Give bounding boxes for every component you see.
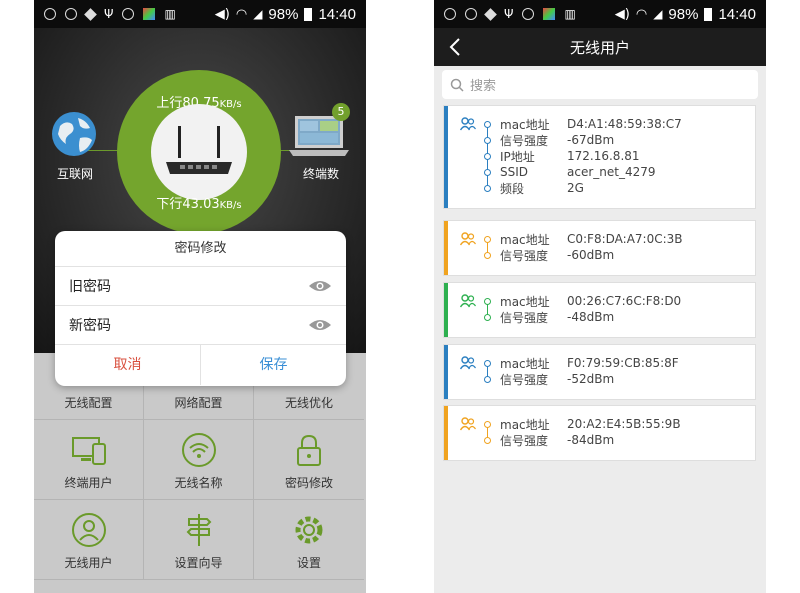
cancel-button[interactable]: 取消 bbox=[55, 345, 201, 385]
timeline-dot bbox=[484, 235, 491, 243]
back-chevron-icon[interactable] bbox=[446, 37, 466, 57]
usb-icon: Ψ bbox=[504, 7, 514, 21]
field-key: mac地址 bbox=[500, 356, 550, 371]
user-field-row: 信号强度 -84dBm bbox=[484, 432, 614, 448]
user-field-row: mac地址 C0:F8:DA:A7:0C:3B bbox=[484, 231, 683, 247]
user-card[interactable]: mac地址 F0:79:59:CB:85:8F 信号强度 -52dBm bbox=[443, 344, 756, 400]
user-field-row: 频段 2G bbox=[484, 180, 584, 196]
barcode-icon: ▥ bbox=[564, 7, 576, 21]
user-field-row: IP地址 172.16.8.81 bbox=[484, 148, 640, 164]
timeline-dot bbox=[484, 120, 491, 128]
search-placeholder: 搜索 bbox=[470, 79, 497, 94]
app-status-icon bbox=[484, 7, 497, 21]
user-card[interactable]: mac地址 00:26:C7:6C:F8:D0 信号强度 -48dBm bbox=[443, 282, 756, 338]
timeline-dot bbox=[484, 420, 491, 428]
user-field-row: mac地址 F0:79:59:CB:85:8F bbox=[484, 355, 679, 371]
timeline-dot bbox=[484, 136, 491, 144]
status-bar: Ψ ▥ ◀) ◠ ◢ 98% 14:40 bbox=[434, 0, 766, 28]
field-value: -67dBm bbox=[567, 133, 615, 147]
field-key: mac地址 bbox=[500, 117, 550, 132]
signal-icon: ◢ bbox=[653, 7, 663, 21]
field-key: SSID bbox=[500, 165, 529, 179]
user-card[interactable]: mac地址 D4:A1:48:59:38:C7 信号强度 -67dBm IP地址 172.… bbox=[443, 105, 756, 209]
timeline-dot bbox=[484, 152, 491, 160]
search-icon bbox=[450, 78, 464, 92]
clock: 14:40 bbox=[718, 5, 756, 23]
user-card-accent-stripe bbox=[444, 221, 448, 275]
old-password-field[interactable]: 旧密码 bbox=[55, 267, 346, 306]
field-key: 信号强度 bbox=[500, 248, 549, 263]
user-field-row: 信号强度 -67dBm bbox=[484, 132, 614, 148]
user-card-accent-stripe bbox=[444, 345, 448, 399]
field-key: 信号强度 bbox=[500, 310, 549, 325]
user-card[interactable]: mac地址 20:A2:E4:5B:55:9B 信号强度 -84dBm bbox=[443, 405, 756, 461]
new-password-label: 新密码 bbox=[69, 318, 111, 334]
app-thumb-icon bbox=[543, 8, 556, 20]
field-value: -52dBm bbox=[567, 372, 615, 386]
battery-percent: 98% bbox=[668, 5, 699, 23]
show-password-eye-icon[interactable] bbox=[308, 318, 332, 332]
field-value: 2G bbox=[567, 181, 584, 195]
router-app-home-screen: Ψ ▥ ◀) ◠ ◢ 98% 14:40 互联网 上行 KB/s 下行43.03… bbox=[34, 0, 366, 593]
show-password-eye-icon[interactable] bbox=[308, 279, 332, 293]
field-key: 信号强度 bbox=[500, 433, 549, 448]
user-card-accent-stripe bbox=[444, 406, 448, 460]
field-value: -60dBm bbox=[567, 248, 615, 262]
field-key: 信号强度 bbox=[500, 372, 549, 387]
field-value: C0:F8:DA:A7:0C:3B bbox=[567, 232, 683, 246]
user-field-row: 信号强度 -52dBm bbox=[484, 371, 614, 387]
volume-icon: ◀) bbox=[614, 6, 630, 22]
timeline-dot bbox=[484, 168, 491, 176]
user-field-row: SSID acer_net_4279 bbox=[484, 164, 656, 180]
timeline-dot bbox=[484, 184, 491, 192]
timeline-dot bbox=[484, 297, 491, 305]
user-field-row: mac地址 D4:A1:48:59:38:C7 bbox=[484, 116, 682, 132]
field-value: F0:79:59:CB:85:8F bbox=[567, 356, 679, 370]
user-field-row: mac地址 20:A2:E4:5B:55:9B bbox=[484, 416, 681, 432]
field-value: 00:26:C7:6C:F8:D0 bbox=[567, 294, 682, 308]
search-status-icon bbox=[444, 8, 456, 20]
user-field-row: 信号强度 -48dBm bbox=[484, 309, 614, 325]
field-value: 172.16.8.81 bbox=[567, 149, 640, 163]
field-key: 信号强度 bbox=[500, 133, 549, 148]
search-input[interactable]: 搜索 bbox=[442, 70, 758, 99]
password-change-dialog: 密码修改 旧密码 新密码 取消 保存 bbox=[55, 231, 346, 386]
wireless-users-screen: Ψ ▥ ◀) ◠ ◢ 98% 14:40 无线用户 搜索 mac地址 D4:A1:… bbox=[434, 0, 766, 593]
battery-icon bbox=[704, 7, 713, 21]
notification-icon bbox=[465, 8, 477, 20]
user-card[interactable]: mac地址 C0:F8:DA:A7:0C:3B 信号强度 -60dBm bbox=[443, 220, 756, 276]
user-field-row: mac地址 00:26:C7:6C:F8:D0 bbox=[484, 293, 681, 309]
timeline-dot bbox=[484, 251, 491, 259]
field-key: 频段 bbox=[500, 181, 525, 196]
field-value: acer_net_4279 bbox=[567, 165, 656, 179]
timeline-dot bbox=[484, 436, 491, 444]
users-icon bbox=[460, 232, 476, 246]
timeline-dot bbox=[484, 375, 491, 383]
timeline-dot bbox=[484, 359, 491, 367]
new-password-field[interactable]: 新密码 bbox=[55, 306, 346, 345]
wifi-status-icon: ◠ bbox=[635, 6, 648, 22]
field-value: D4:A1:48:59:38:C7 bbox=[567, 117, 682, 131]
field-value: 20:A2:E4:5B:55:9B bbox=[567, 417, 681, 431]
timeline-dot bbox=[484, 313, 491, 321]
field-key: mac地址 bbox=[500, 294, 550, 309]
page-title: 无线用户 bbox=[569, 38, 630, 57]
users-icon bbox=[460, 417, 476, 431]
field-key: mac地址 bbox=[500, 417, 550, 432]
field-value: -84dBm bbox=[567, 433, 615, 447]
dialog-title: 密码修改 bbox=[55, 231, 346, 267]
save-button[interactable]: 保存 bbox=[201, 345, 346, 385]
users-icon bbox=[460, 356, 476, 370]
users-icon bbox=[460, 294, 476, 308]
user-card-accent-stripe bbox=[444, 283, 448, 337]
field-key: IP地址 bbox=[500, 149, 535, 164]
field-key: mac地址 bbox=[500, 232, 550, 247]
old-password-label: 旧密码 bbox=[69, 279, 111, 295]
user-field-row: 信号强度 -60dBm bbox=[484, 247, 614, 263]
users-icon bbox=[460, 117, 476, 131]
user-card-accent-stripe bbox=[444, 106, 448, 208]
field-value: -48dBm bbox=[567, 310, 615, 324]
title-bar: 无线用户 bbox=[434, 28, 766, 66]
sync-icon bbox=[522, 8, 535, 20]
